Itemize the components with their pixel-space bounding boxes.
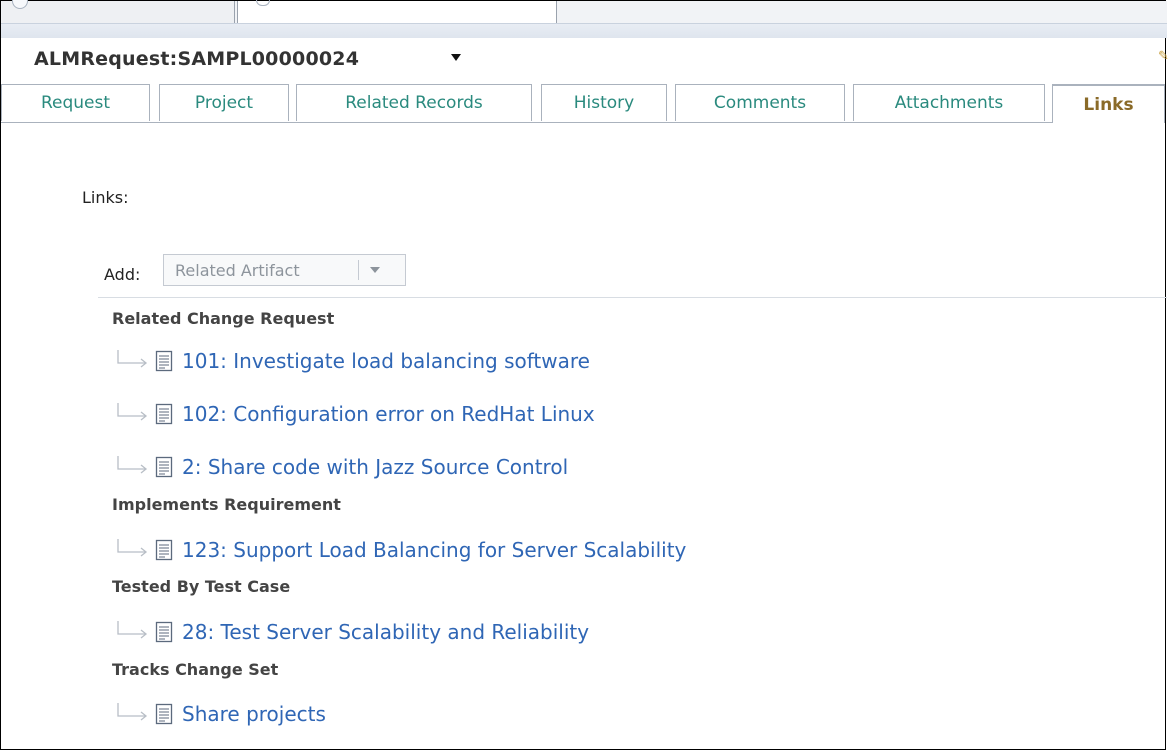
- group-tested-by-test-case: Tested By Test Case: [112, 577, 291, 596]
- link-row[interactable]: Share projects: [112, 700, 326, 728]
- dropdown-separator: [358, 260, 359, 280]
- branch-arrow-icon: [117, 403, 148, 421]
- document-icon: [155, 456, 173, 478]
- document-icon: [155, 539, 173, 561]
- tab-project[interactable]: Project: [159, 84, 289, 121]
- top-tab-previous[interactable]: [2, 0, 235, 23]
- branch-arrow-icon: [117, 539, 148, 557]
- link-share-projects[interactable]: Share projects: [182, 702, 326, 726]
- document-icon: [155, 621, 173, 643]
- document-icon: [155, 403, 173, 425]
- globe-icon: [12, 0, 28, 9]
- search-icon: [256, 0, 270, 6]
- link-row[interactable]: 101: Investigate load balancing software: [112, 347, 590, 375]
- link-row[interactable]: 123: Support Load Balancing for Server S…: [112, 536, 686, 564]
- link-row[interactable]: 2: Share code with Jazz Source Control: [112, 453, 568, 481]
- header-band: [1, 23, 1167, 38]
- group-implements-requirement: Implements Requirement: [112, 495, 341, 514]
- branch-arrow-icon: [117, 621, 148, 639]
- link-101[interactable]: 101: Investigate load balancing software: [182, 349, 590, 373]
- branch-arrow-icon: [117, 350, 148, 368]
- edit-icon[interactable]: ✎: [1158, 49, 1168, 64]
- group-related-change-request: Related Change Request: [112, 309, 335, 328]
- document-icon: [155, 703, 173, 725]
- branch-arrow-icon: [117, 703, 148, 721]
- link-28[interactable]: 28: Test Server Scalability and Reliabil…: [182, 620, 589, 644]
- record-title: ALMRequest:SAMPL00000024: [34, 48, 360, 70]
- tab-links[interactable]: Links: [1052, 84, 1165, 123]
- link-row[interactable]: 28: Test Server Scalability and Reliabil…: [112, 618, 589, 646]
- tab-comments[interactable]: Comments: [675, 84, 845, 121]
- tab-request[interactable]: Request: [1, 84, 150, 121]
- related-artifact-label: Related Artifact: [175, 260, 300, 280]
- document-icon: [155, 350, 173, 372]
- tab-attachments[interactable]: Attachments: [853, 84, 1045, 121]
- dropdown-arrow-icon[interactable]: [370, 267, 380, 273]
- branch-arrow-icon: [117, 456, 148, 474]
- link-123[interactable]: 123: Support Load Balancing for Server S…: [182, 538, 686, 562]
- title-menu-caret-icon[interactable]: [451, 54, 461, 61]
- top-strip: [1, 0, 1167, 23]
- tab-related-records[interactable]: Related Records: [296, 84, 532, 121]
- divider: [98, 297, 1167, 298]
- add-label: Add:: [104, 265, 141, 284]
- link-102[interactable]: 102: Configuration error on RedHat Linux: [182, 402, 595, 426]
- related-artifact-dropdown[interactable]: Related Artifact: [163, 254, 406, 286]
- group-tracks-change-set: Tracks Change Set: [112, 660, 279, 679]
- link-2[interactable]: 2: Share code with Jazz Source Control: [182, 455, 568, 479]
- links-heading: Links:: [82, 188, 129, 207]
- tab-bar: Request Project Related Records History …: [1, 84, 1165, 123]
- link-row[interactable]: 102: Configuration error on RedHat Linux: [112, 400, 595, 428]
- tab-history[interactable]: History: [541, 84, 667, 121]
- top-tab-current[interactable]: [237, 0, 557, 23]
